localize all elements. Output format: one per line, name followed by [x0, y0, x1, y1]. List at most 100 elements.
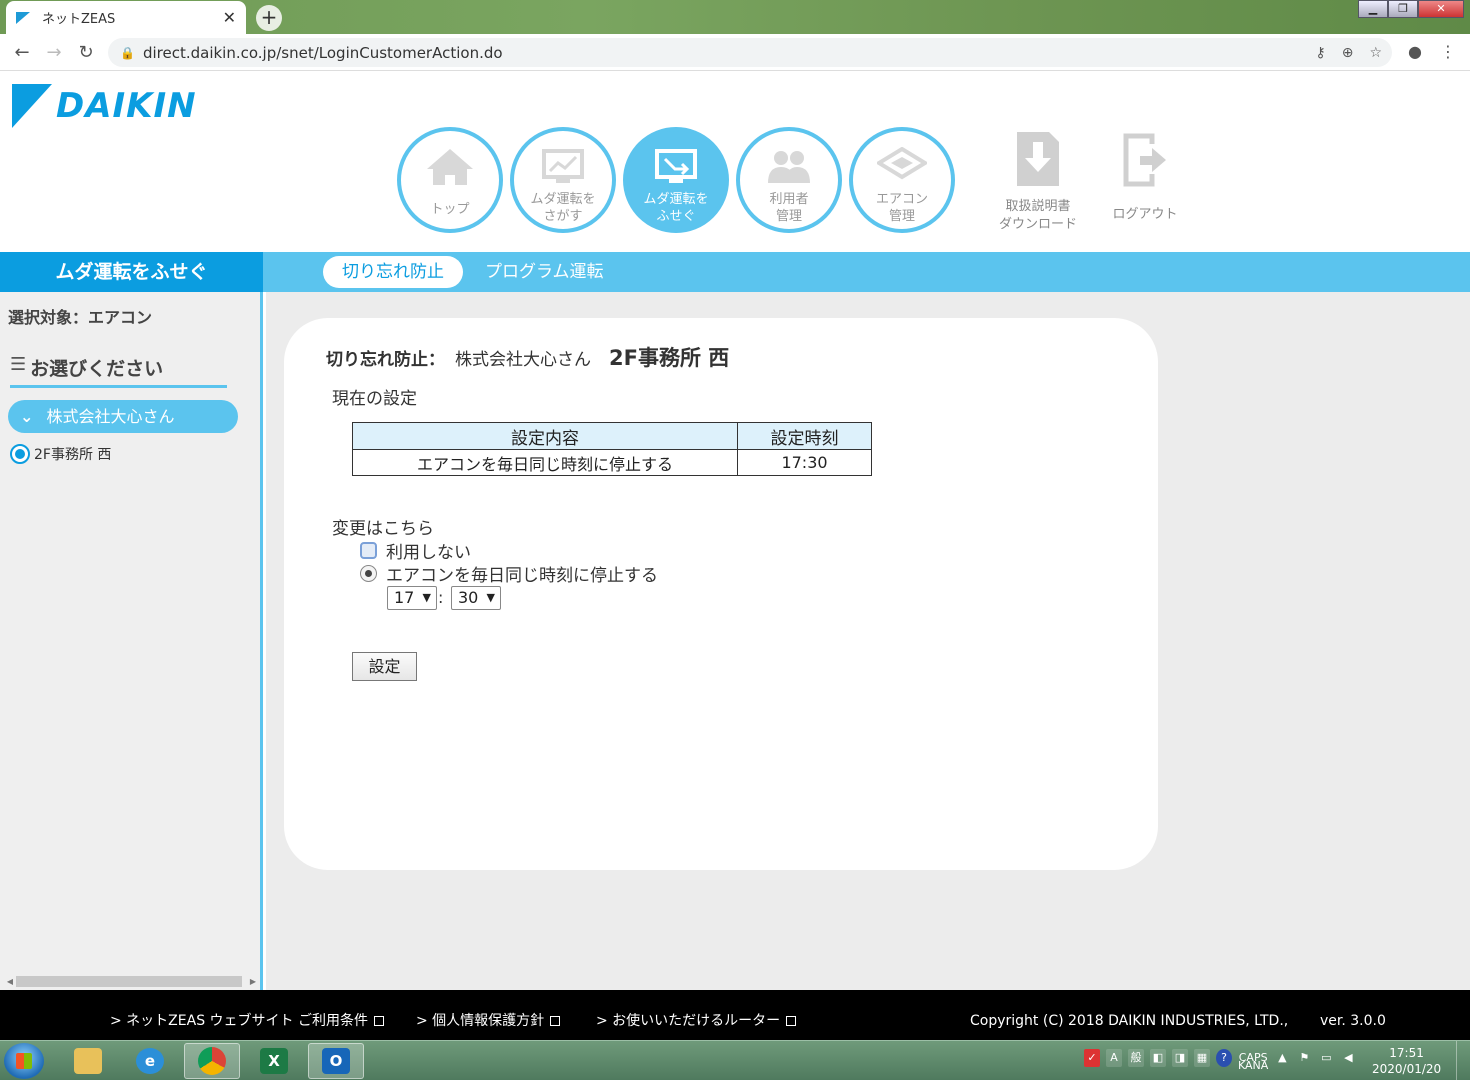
address-bar[interactable]: 🔒 direct.daikin.co.jp/snet/LoginCustomer… — [108, 38, 1392, 67]
volume-icon[interactable]: ◀ — [1340, 1049, 1356, 1067]
browser-tab[interactable]: ネットZEAS ✕ — [6, 1, 246, 34]
sidebar-item-label: 2F事務所 西 — [34, 447, 112, 463]
option-not-use[interactable]: 利用しない — [360, 538, 471, 563]
daikin-logo[interactable]: DAIKIN — [12, 84, 197, 128]
home-icon — [427, 149, 473, 185]
nav-search-waste-button[interactable]: ムダ運転を さがす — [510, 127, 616, 233]
logout-icon — [1123, 133, 1166, 187]
nav-search-waste-label-1: ムダ運転を — [530, 192, 596, 207]
profile-icon[interactable]: ● — [1408, 42, 1422, 61]
reload-icon[interactable]: ↻ — [70, 42, 102, 63]
taskbar-excel[interactable]: X — [246, 1043, 302, 1079]
tab-program-operation[interactable]: プログラム運転 — [485, 256, 604, 288]
tray-app-icon[interactable]: ▦ — [1194, 1049, 1210, 1067]
windows-taskbar: e X O ✓ A 般 ◧ ◨ ▦ ? CAPS KANA ▲ ⚑ ▭ ◀ 17… — [0, 1040, 1470, 1080]
url-text[interactable]: direct.daikin.co.jp/snet/LoginCustomerAc… — [143, 44, 1315, 62]
tray-expand-icon[interactable]: ▲ — [1274, 1049, 1290, 1067]
dropdown-arrow-icon: ▼ — [486, 591, 495, 604]
radio-not-use[interactable] — [360, 542, 377, 559]
section-bar: ムダ運転をふせぐ 切り忘れ防止 プログラム運転 — [0, 252, 1470, 292]
daikin-logo-mark-icon — [12, 84, 52, 128]
set-button[interactable]: 設定 — [352, 652, 417, 681]
nav-prevent-waste-button[interactable]: ムダ運転を ふせぐ — [623, 127, 729, 233]
chevron-down-icon: ⌄ — [20, 407, 34, 426]
footer-link-routers[interactable]: > お使いいただけるルーター — [596, 1010, 797, 1030]
external-link-icon — [550, 1016, 561, 1026]
nav-users-button[interactable]: 利用者 管理 — [736, 127, 842, 233]
scroll-right-icon[interactable]: ▶ — [247, 977, 259, 986]
manual-download-label-2: ダウンロード — [998, 217, 1077, 232]
tab-close-icon[interactable]: ✕ — [223, 8, 236, 27]
menu-kebab-icon[interactable]: ⋮ — [1440, 42, 1456, 61]
logout-label: ログアウト — [1112, 207, 1178, 222]
tray-app-icon[interactable]: ◨ — [1172, 1049, 1188, 1067]
taskbar-outlook[interactable]: O — [308, 1043, 364, 1079]
logout-button[interactable]: ログアウト — [1104, 130, 1186, 224]
nav-users-label-2: 管理 — [775, 209, 802, 224]
footer: > ネットZEAS ウェブサイト ご利用条件 > 個人情報保護方針 > お使いい… — [0, 990, 1470, 1040]
maximize-button[interactable]: ❐ — [1388, 0, 1418, 18]
version: ver. 3.0.0 — [1320, 1013, 1386, 1029]
taskbar-chrome[interactable] — [184, 1043, 240, 1079]
bookmark-star-icon[interactable]: ☆ — [1369, 45, 1382, 61]
sidebar: 選択対象：エアコン ☰ お選びください ⌄ 株式会社大心さん 2F事務所 西 ◀… — [0, 292, 263, 990]
taskbar-clock[interactable]: 17:51 2020/01/20 — [1372, 1045, 1441, 1077]
ime-mode-indicator[interactable]: 般 — [1128, 1049, 1144, 1067]
option-not-use-label: 利用しない — [386, 543, 471, 563]
hour-select[interactable]: 17 ▼ — [387, 586, 437, 610]
option-daily-stop[interactable]: エアコンを毎日同じ時刻に停止する — [360, 561, 658, 586]
back-icon[interactable]: ← — [6, 42, 38, 63]
main-area: 切り忘れ防止： 株式会社大心さん 2F事務所 西 現在の設定 設定内容 設定時刻… — [266, 292, 1470, 990]
start-button[interactable] — [4, 1043, 44, 1079]
clock-date: 2020/01/20 — [1372, 1062, 1442, 1076]
tray-check-icon[interactable]: ✓ — [1084, 1049, 1100, 1067]
footer-link-terms-label: > ネットZEAS ウェブサイト ご利用条件 — [110, 1013, 368, 1029]
window-controls: ▁ ❐ ✕ — [1358, 0, 1464, 18]
sidebar-company-group[interactable]: ⌄ 株式会社大心さん — [8, 400, 238, 433]
ie-icon: e — [136, 1048, 164, 1074]
taskbar-ie[interactable]: e — [122, 1043, 178, 1079]
taskbar-explorer[interactable] — [60, 1043, 116, 1079]
manual-download-button[interactable]: 取扱説明書 ダウンロード — [990, 130, 1086, 234]
show-desktop-button[interactable] — [1456, 1041, 1470, 1080]
sidebar-item-2f-west[interactable]: 2F事務所 西 — [10, 444, 111, 464]
title-location: 2F事務所 西 — [609, 346, 730, 370]
daikin-logo-text: DAIKIN — [56, 86, 197, 126]
nav-users-label-1: 利用者 — [769, 192, 809, 207]
zoom-icon[interactable]: ⊕ — [1342, 45, 1354, 61]
change-label: 変更はこちら — [332, 519, 434, 539]
new-tab-button[interactable]: + — [256, 5, 282, 31]
current-settings-table: 設定内容 設定時刻 エアコンを毎日同じ時刻に停止する 17:30 — [352, 422, 872, 476]
minute-select[interactable]: 30 ▼ — [451, 586, 501, 610]
selected-radio-icon[interactable] — [10, 444, 30, 464]
time-separator: : — [438, 588, 444, 607]
tray-app-icon[interactable]: ◧ — [1150, 1049, 1166, 1067]
browser-titlebar: ネットZEAS ✕ + ▁ ❐ ✕ — [0, 0, 1470, 34]
list-icon: ☰ — [10, 354, 27, 375]
radio-daily-stop[interactable] — [360, 565, 377, 582]
ime-a-indicator[interactable]: A — [1106, 1049, 1122, 1067]
nav-search-waste-label-2: さがす — [543, 209, 583, 224]
nav-top-button[interactable]: トップ — [397, 127, 503, 233]
nav-prevent-waste-label-1: ムダ運転を — [643, 192, 709, 207]
footer-link-privacy-label: > 個人情報保護方針 — [416, 1013, 545, 1029]
minimize-button[interactable]: ▁ — [1358, 0, 1388, 18]
network-icon[interactable]: ▭ — [1318, 1049, 1334, 1067]
key-icon[interactable]: ⚷ — [1315, 45, 1325, 61]
sidebar-heading-text: お選びください — [30, 358, 164, 380]
footer-link-terms[interactable]: > ネットZEAS ウェブサイト ご利用条件 — [110, 1010, 384, 1030]
page-title: 切り忘れ防止： 株式会社大心さん 2F事務所 西 — [326, 342, 729, 372]
clock-time: 17:51 — [1389, 1046, 1424, 1060]
help-icon[interactable]: ? — [1216, 1049, 1232, 1067]
table-header-row: 設定内容 設定時刻 — [352, 422, 872, 450]
sidebar-horizontal-scrollbar[interactable]: ◀ ▶ — [4, 974, 259, 988]
footer-link-privacy[interactable]: > 個人情報保護方針 — [416, 1010, 561, 1030]
forward-icon[interactable]: → — [38, 42, 70, 63]
scroll-left-icon[interactable]: ◀ — [4, 977, 16, 986]
scroll-thumb[interactable] — [16, 975, 242, 987]
system-tray: ✓ A 般 ◧ ◨ ▦ ? CAPS KANA ▲ ⚑ ▭ ◀ — [1084, 1049, 1356, 1072]
tab-forget-prevention[interactable]: 切り忘れ防止 — [323, 256, 463, 288]
action-center-flag-icon[interactable]: ⚑ — [1296, 1049, 1312, 1067]
close-window-button[interactable]: ✕ — [1418, 0, 1464, 18]
nav-aircon-button[interactable]: エアコン 管理 — [849, 127, 955, 233]
